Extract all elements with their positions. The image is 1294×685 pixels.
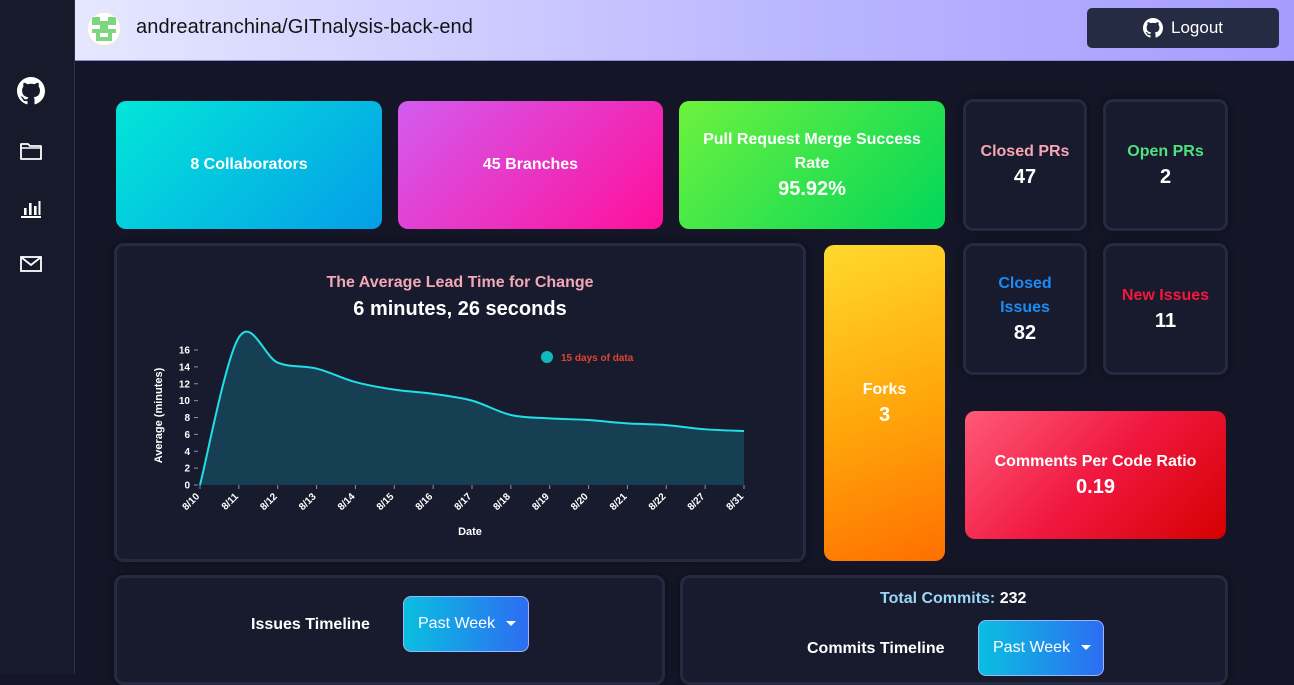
x-tick-label: 8/14	[336, 491, 358, 513]
branches-count: 45 Branches	[482, 156, 579, 173]
x-axis-title: Date	[458, 526, 482, 538]
commits-range-dropdown[interactable]: Past Week	[978, 620, 1104, 676]
avatar[interactable]	[86, 11, 122, 47]
forks-label: Forks	[862, 381, 907, 398]
closed-prs-label: Closed PRs	[980, 143, 1070, 160]
chevron-down-icon	[506, 621, 516, 626]
forks-card: Forks 3	[824, 245, 945, 561]
y-tick-label: 0	[184, 481, 190, 492]
closed-issues-card: Closed Issues 82	[963, 243, 1087, 375]
bar-chart-icon[interactable]	[17, 194, 45, 222]
closed-prs-card: Closed PRs 47	[963, 99, 1087, 231]
open-prs-card: Open PRs 2	[1103, 99, 1228, 231]
x-tick-label: 8/11	[220, 491, 241, 512]
logout-button[interactable]: Logout	[1087, 8, 1279, 48]
total-commits-value: 232	[999, 590, 1027, 607]
merge-success-label: Pull Request Merge Success Rate	[703, 131, 921, 172]
new-issues-label: New Issues	[1121, 287, 1210, 304]
legend-label: 15 days of data	[561, 353, 634, 364]
legend-marker	[541, 351, 553, 363]
new-issues-card: New Issues 11	[1103, 243, 1228, 375]
closed-issues-value: 82	[1013, 322, 1037, 344]
collaborators-card: 8 Collaborators	[116, 101, 382, 229]
y-tick-label: 12	[179, 379, 191, 390]
closed-prs-value: 47	[1013, 166, 1037, 188]
x-tick-label: 8/27	[686, 491, 708, 513]
comments-ratio-card: Comments Per Code Ratio 0.19	[965, 411, 1226, 539]
y-tick-label: 10	[179, 396, 191, 407]
x-tick-label: 8/15	[375, 491, 397, 513]
collaborators-count: 8 Collaborators	[190, 156, 308, 173]
merge-success-value: 95.92%	[778, 178, 846, 200]
commits-timeline-card: Total Commits: 232 Commits Timeline Past…	[680, 575, 1228, 685]
commits-range-value: Past Week	[993, 639, 1071, 656]
x-tick-label: 8/16	[414, 491, 436, 513]
x-tick-label: 8/12	[258, 491, 280, 513]
folder-icon[interactable]	[17, 137, 45, 165]
x-tick-label: 8/17	[453, 491, 475, 513]
github-icon	[1143, 18, 1163, 38]
y-axis-title: Average (minutes)	[153, 367, 165, 463]
x-tick-label: 8/22	[647, 491, 669, 513]
area-fill	[200, 331, 744, 485]
repo-title: andreatranchina/GITnalysis-back-end	[136, 16, 474, 38]
top-bar: andreatranchina/GITnalysis-back-end Logo…	[75, 0, 1294, 61]
logout-label: Logout	[1171, 18, 1223, 37]
y-tick-label: 8	[184, 413, 190, 424]
x-tick-label: 8/10	[181, 491, 203, 513]
comments-ratio-value: 0.19	[1076, 476, 1115, 498]
x-tick-label: 8/21	[608, 491, 630, 513]
open-prs-value: 2	[1159, 166, 1172, 188]
lead-time-chart: 0 2 4 6 8 10 12 14 16 8/10 8/11 8/12 8/13 8/14 8/15 8/1…	[153, 330, 747, 538]
x-tick-label: 8/31	[725, 491, 747, 513]
chevron-down-icon	[1081, 645, 1091, 650]
x-tick-label: 8/20	[569, 491, 591, 513]
lead-time-chart-card: The Average Lead Time for Change 6 minut…	[114, 243, 806, 562]
merge-success-card: Pull Request Merge Success Rate 95.92%	[679, 101, 945, 229]
new-issues-value: 11	[1154, 310, 1177, 332]
github-icon[interactable]	[17, 77, 45, 105]
y-tick-label: 14	[179, 362, 191, 373]
closed-issues-label: Closed Issues	[998, 275, 1052, 316]
x-tick-label: 8/19	[530, 491, 552, 513]
total-commits: Total Commits: 232	[880, 590, 1026, 608]
total-commits-label: Total Commits:	[880, 590, 996, 607]
issues-timeline-label: Issues Timeline	[251, 616, 370, 633]
x-tick-label: 8/18	[491, 491, 513, 513]
branches-card: 45 Branches	[398, 101, 663, 229]
comments-ratio-label: Comments Per Code Ratio	[994, 453, 1197, 470]
mail-icon[interactable]	[17, 250, 45, 278]
sidebar	[0, 0, 75, 674]
x-tick-label: 8/13	[297, 491, 319, 513]
issues-range-value: Past Week	[418, 615, 496, 632]
open-prs-label: Open PRs	[1127, 143, 1204, 160]
issues-timeline-card: Issues Timeline Past Week	[114, 575, 665, 685]
y-tick-label: 6	[184, 430, 190, 441]
commits-timeline-label: Commits Timeline	[807, 640, 945, 657]
forks-value: 3	[878, 404, 891, 426]
y-tick-label: 16	[179, 346, 191, 357]
y-tick-label: 2	[184, 464, 190, 475]
y-tick-label: 4	[184, 447, 190, 458]
issues-range-dropdown[interactable]: Past Week	[403, 596, 529, 652]
